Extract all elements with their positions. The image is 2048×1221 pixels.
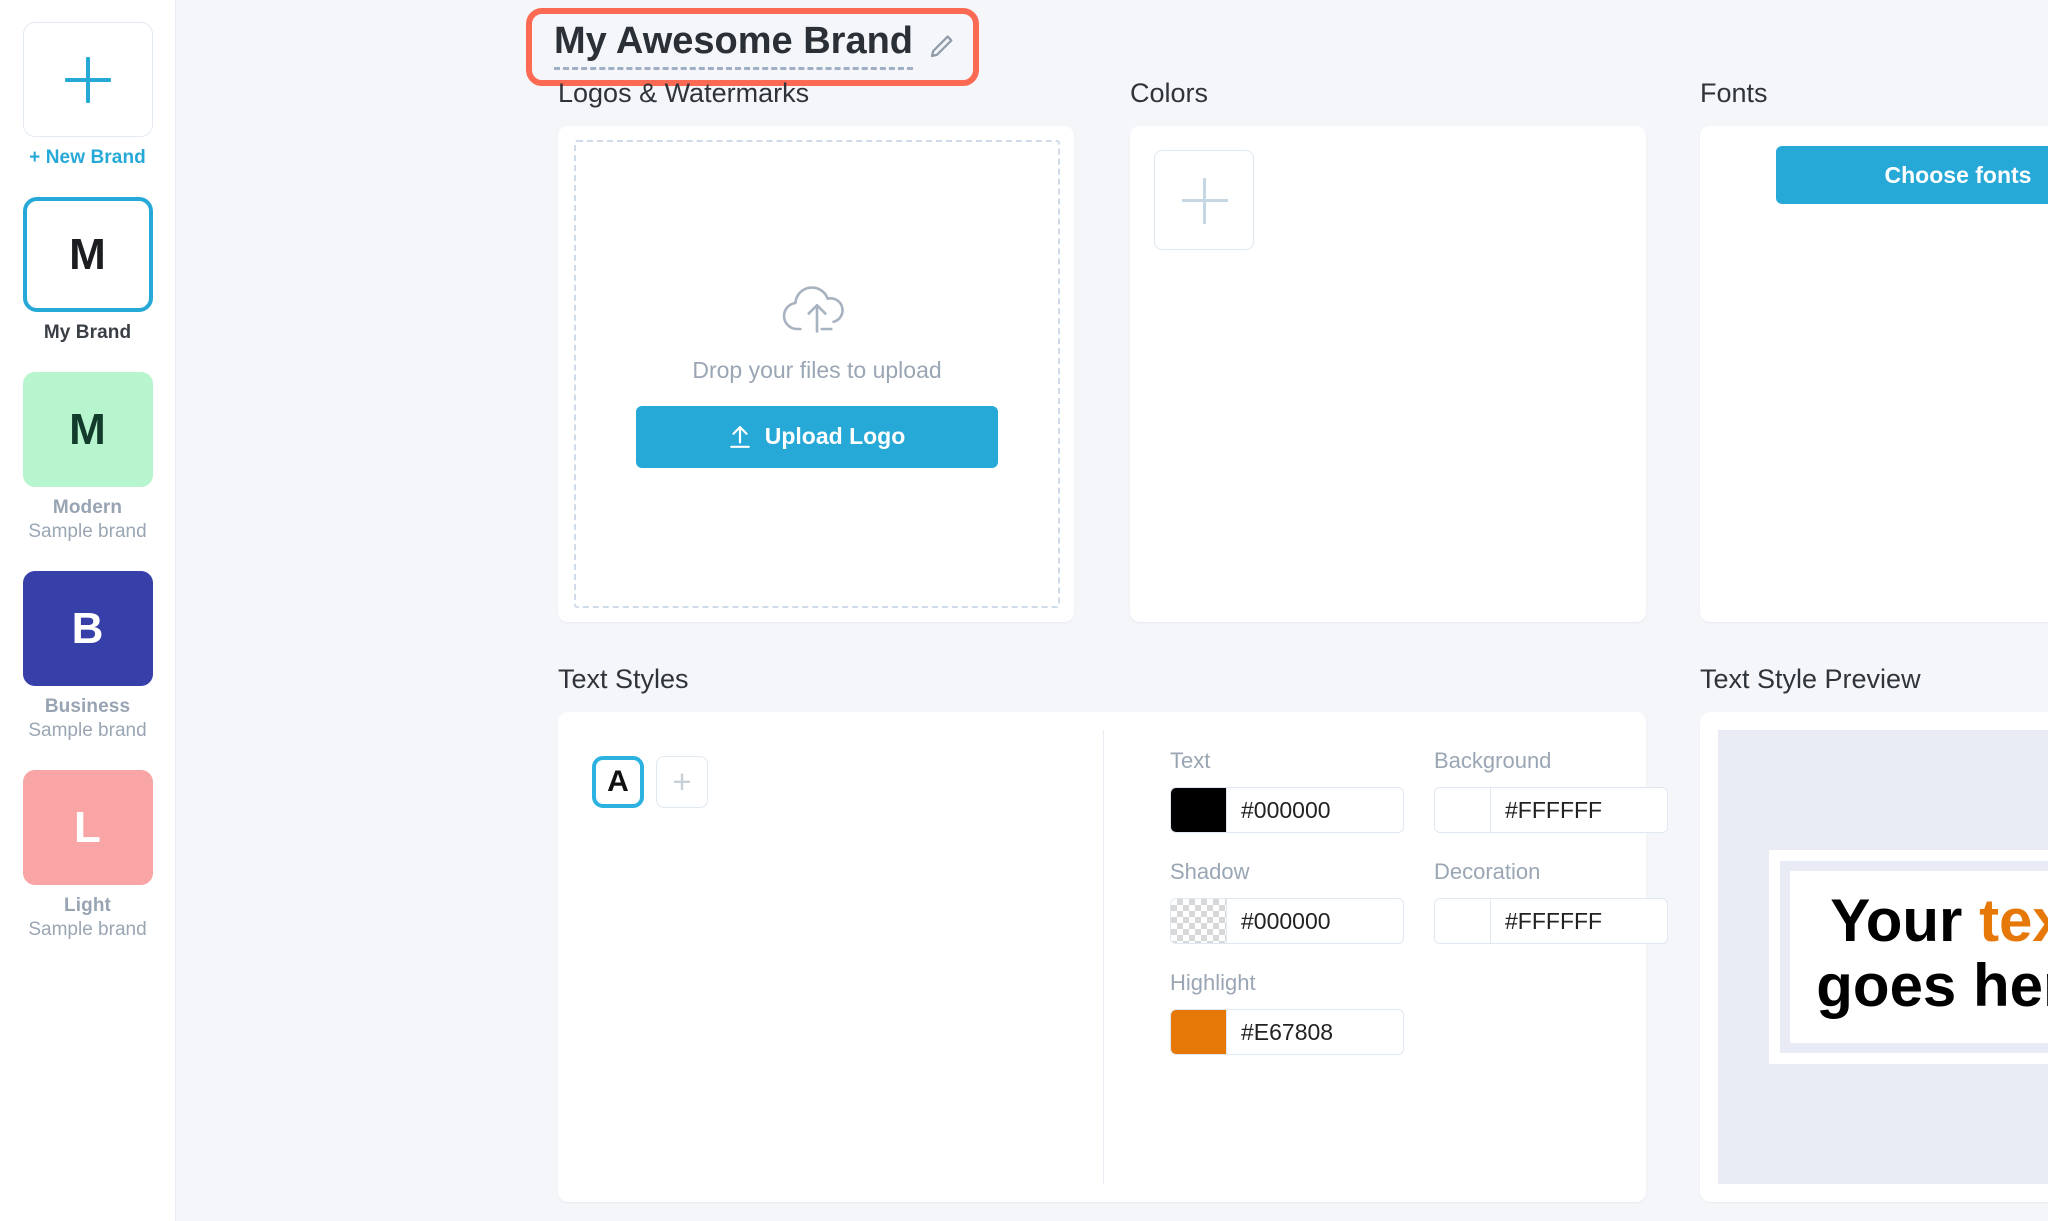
- preview-text: Your text goes here: [1816, 887, 2048, 1019]
- fonts-card: Choose fonts: [1700, 126, 2048, 622]
- sidebar-item-light[interactable]: L Light Sample brand: [22, 770, 153, 941]
- cloud-upload-icon: [782, 285, 844, 333]
- color-hex-value[interactable]: #000000: [1227, 788, 1403, 832]
- color-hex-value[interactable]: #E67808: [1227, 1010, 1403, 1054]
- color-swatch[interactable]: [1171, 788, 1227, 832]
- color-swatch[interactable]: [1435, 899, 1491, 943]
- sidebar-item-my-brand[interactable]: M My Brand: [22, 197, 153, 344]
- new-brand-thumbnail[interactable]: [22, 22, 153, 137]
- fonts-section-title: Fonts: [1700, 78, 1768, 108]
- text-styles-divider: [1103, 730, 1104, 1184]
- upload-logo-label: Upload Logo: [764, 423, 906, 449]
- sidebar-item-sublabel: Sample brand: [28, 919, 147, 940]
- text-style-chip-list: A +: [592, 756, 708, 808]
- brand-initial: M: [69, 229, 106, 279]
- highlight-color-input[interactable]: #E67808: [1170, 1009, 1404, 1055]
- color-hex-value[interactable]: #000000: [1227, 899, 1403, 943]
- sidebar-item-label: Business: [44, 696, 131, 717]
- colors-card: [1130, 126, 1646, 622]
- field-label: Background: [1434, 748, 1552, 773]
- field-label: Text: [1170, 748, 1211, 773]
- brand-title-row: My Awesome Brand: [526, 8, 979, 86]
- sidebar-item-modern[interactable]: M Modern Sample brand: [22, 372, 153, 543]
- preview-section-title: Text Style Preview: [1700, 664, 1921, 694]
- color-swatch[interactable]: [1435, 788, 1491, 832]
- text-styles-section-title: Text Styles: [558, 664, 689, 694]
- plus-icon: [64, 56, 111, 103]
- light-thumbnail[interactable]: L: [22, 770, 153, 885]
- text-style-chip-a[interactable]: A: [592, 756, 644, 808]
- plus-icon: +: [672, 763, 692, 800]
- text-color-input[interactable]: #000000: [1170, 787, 1404, 833]
- upload-arrow-icon: [729, 425, 750, 448]
- sidebar-item-label: My Brand: [43, 322, 132, 343]
- preview-frame-inner: Your text goes here: [1780, 861, 2048, 1053]
- background-color-input[interactable]: #FFFFFF: [1434, 787, 1668, 833]
- field-highlight: Highlight #E67808: [1170, 970, 1418, 1081]
- my-brand-thumbnail[interactable]: M: [22, 197, 153, 312]
- preview-stage: Your text goes here: [1718, 730, 2048, 1184]
- field-label: Highlight: [1170, 970, 1256, 995]
- logos-section-title: Logos & Watermarks: [558, 78, 810, 108]
- colors-section-title: Colors: [1130, 78, 1209, 108]
- text-styles-card: A + Text #000000 Background #FFFFFF Shad…: [558, 712, 1668, 1202]
- business-thumbnail[interactable]: B: [22, 571, 153, 686]
- plus-icon: [1182, 178, 1228, 224]
- choose-fonts-label: Choose fonts: [1884, 161, 2032, 188]
- modern-thumbnail[interactable]: M: [22, 372, 153, 487]
- upload-logo-button[interactable]: Upload Logo: [636, 405, 998, 468]
- brand-title[interactable]: My Awesome Brand: [554, 21, 913, 70]
- brand-initial: L: [74, 802, 101, 852]
- decoration-color-input[interactable]: #FFFFFF: [1434, 898, 1668, 944]
- sidebar-item-business[interactable]: B Business Sample brand: [22, 571, 153, 742]
- preview-line2: goes here: [1816, 952, 2048, 1019]
- field-spacer: [1434, 970, 1682, 1081]
- field-label: Decoration: [1434, 859, 1541, 884]
- sidebar-item-label: Modern: [52, 497, 123, 518]
- choose-fonts-button[interactable]: Choose fonts: [1776, 146, 2048, 204]
- field-shadow: Shadow #000000: [1170, 859, 1418, 970]
- text-style-preview-card: Your text goes here: [1700, 712, 2048, 1202]
- color-hex-value[interactable]: #FFFFFF: [1491, 899, 1667, 943]
- preview-line1-highlight: text: [1979, 887, 2048, 955]
- brand-title-highlight: My Awesome Brand: [526, 8, 979, 86]
- sidebar-item-label: + New Brand: [29, 147, 146, 168]
- sidebar-item-new-brand[interactable]: + New Brand: [22, 22, 153, 169]
- sidebar-item-label: Light: [64, 895, 111, 916]
- field-decoration: Decoration #FFFFFF: [1434, 859, 1682, 970]
- text-style-chip-glyph: A: [607, 765, 629, 798]
- color-swatch[interactable]: [1171, 1010, 1227, 1054]
- color-swatch-transparent[interactable]: [1171, 899, 1227, 943]
- preview-frame-outer: Your text goes here: [1769, 850, 2048, 1064]
- dropzone-text: Drop your files to upload: [692, 356, 942, 383]
- add-color-button[interactable]: [1154, 150, 1254, 250]
- field-label: Shadow: [1170, 859, 1250, 884]
- field-background: Background #FFFFFF: [1434, 748, 1682, 859]
- color-hex-value[interactable]: #FFFFFF: [1491, 788, 1667, 832]
- preview-line1-plain: Your: [1830, 887, 1980, 955]
- sidebar-item-sublabel: Sample brand: [28, 720, 147, 741]
- logos-card: Drop your files to upload Upload Logo: [558, 126, 1074, 622]
- text-style-field-grid: Text #000000 Background #FFFFFF Shadow #…: [1170, 748, 1668, 1081]
- brand-sidebar: + New Brand M My Brand M Modern Sample b…: [0, 0, 176, 1221]
- brand-editor-main: My Awesome Brand Logos & Watermarks Drop…: [176, 0, 2048, 1221]
- logo-dropzone[interactable]: Drop your files to upload Upload Logo: [574, 140, 1060, 608]
- text-style-fields: Text #000000 Background #FFFFFF Shadow #…: [1170, 748, 1668, 1081]
- shadow-color-input[interactable]: #000000: [1170, 898, 1404, 944]
- add-text-style-button[interactable]: +: [656, 756, 708, 808]
- field-text: Text #000000: [1170, 748, 1418, 859]
- sidebar-item-sublabel: Sample brand: [28, 521, 147, 542]
- pencil-icon[interactable]: [927, 31, 957, 61]
- brand-initial: B: [71, 603, 104, 653]
- brand-initial: M: [69, 404, 106, 454]
- brand-kit-page: + New Brand M My Brand M Modern Sample b…: [0, 0, 2048, 1221]
